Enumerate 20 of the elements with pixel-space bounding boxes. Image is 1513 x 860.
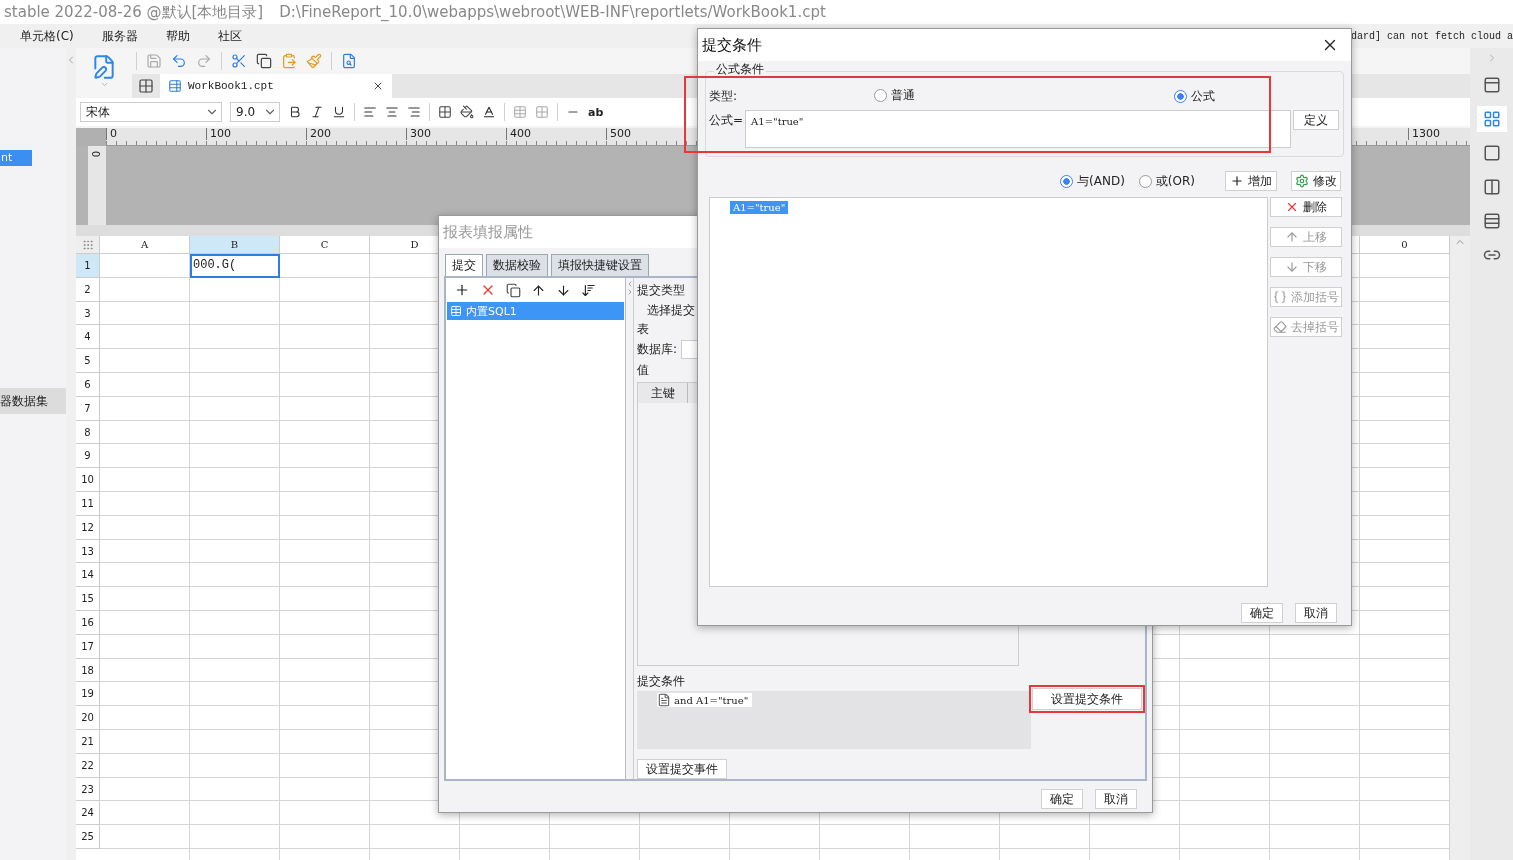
file-path: D:\FineReport_10.0\webapps\webroot\WEB-INF\reportlets/WorkBook1.cpt	[279, 3, 826, 21]
group-label: 提交条件	[637, 673, 686, 690]
field-label: 选择提交	[646, 302, 696, 319]
field-label: 公式=	[709, 112, 744, 129]
group-label: 公式条件	[714, 62, 766, 76]
ruler-label: 400	[506, 128, 606, 140]
ruler-label: 300	[406, 128, 506, 140]
window-title: stable 2022-08-26 @默认[本地目录]	[4, 2, 264, 22]
console-message: dard] can not fetch cloud a	[1350, 30, 1513, 42]
ruler-label: 0	[91, 150, 103, 158]
dialog-title: 提交条件	[702, 35, 762, 55]
group-label: 表	[637, 321, 650, 338]
ruler-label: 100	[206, 128, 306, 140]
group-label: 值	[637, 361, 650, 379]
group-label: 提交类型	[637, 282, 686, 299]
ruler-label: 200	[306, 128, 406, 140]
field-label: 数据库:	[637, 341, 678, 359]
ruler-label: 0	[106, 128, 206, 140]
field-label: 类型:	[709, 87, 739, 105]
column-header: 主键	[638, 382, 688, 403]
